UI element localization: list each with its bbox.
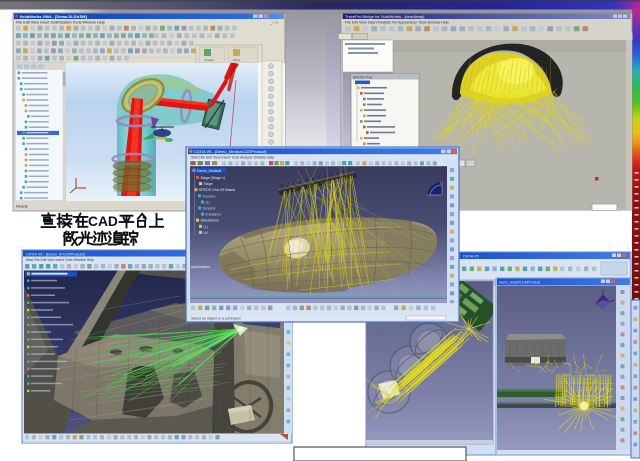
svg-text:Stage: Stage [204, 182, 213, 186]
svg-text:CATIA V5 - [Demo_IP.CATProdu: CATIA V5 - [Demo_IP.CATProduct] [26, 252, 85, 256]
svg-text:Demo_lamp05.CATProduct: Demo_lamp05.CATProduct [499, 281, 540, 285]
svg-text:Simulations: Simulations [201, 219, 219, 223]
svg-text:Ready: Ready [16, 204, 28, 209]
svg-text:(1): (1) [206, 200, 210, 204]
svg-text:File Edit View Insert Anal: File Edit View Insert Analysis Vie Appea… [345, 21, 449, 25]
svg-text:M1: M1 [204, 231, 209, 235]
svg-text:SPEOS Tree: SPEOS Tree [353, 75, 373, 79]
svg-text:Visualiz.: Visualiz. [204, 58, 215, 62]
svg-text:Irradiance: Irradiance [206, 213, 222, 217]
svg-text:Applications: Applications [191, 265, 210, 269]
svg-text:CAD: CAD [88, 214, 118, 229]
svg-text:Start File Edit View: Start File Edit View Insert Tools Analyz… [191, 156, 274, 160]
svg-text:Start File Edit View I: Start File Edit View Insert Tools Window… [26, 258, 94, 262]
svg-text:Sources: Sources [203, 194, 216, 198]
svg-text:(1): (1) [204, 225, 208, 229]
svg-text:CATIA V5: CATIA V5 [463, 255, 479, 259]
svg-text:Demo_Medical: Demo_Medical [197, 169, 221, 173]
svg-text:Select an object or a command: Select an object or a command [191, 317, 241, 321]
svg-text:Mirror: Mirror [233, 58, 240, 62]
svg-text:Stage (Stage 1): Stage (Stage 1) [201, 176, 226, 180]
svg-text:File Edit View Insert Opti: File Edit View Insert Optimization Tools… [16, 21, 105, 25]
svg-text:TracePro Bridge for SolidWorks: TracePro Bridge for SolidWorks - [headla… [345, 14, 424, 19]
svg-text:Screens: Screens [203, 207, 216, 211]
svg-text:_ □ x: _ □ x [269, 21, 278, 25]
svg-text:CATIA V5 - [Demo_Medical.CAT: CATIA V5 - [Demo_Medical.CATProduct] [194, 149, 266, 154]
svg-text:SolidWorks 2004 - [Demo.SLDA: SolidWorks 2004 - [Demo.SLDASM] [20, 14, 88, 19]
svg-text:SPEOS CAA V5 Based: SPEOS CAA V5 Based [199, 188, 235, 192]
